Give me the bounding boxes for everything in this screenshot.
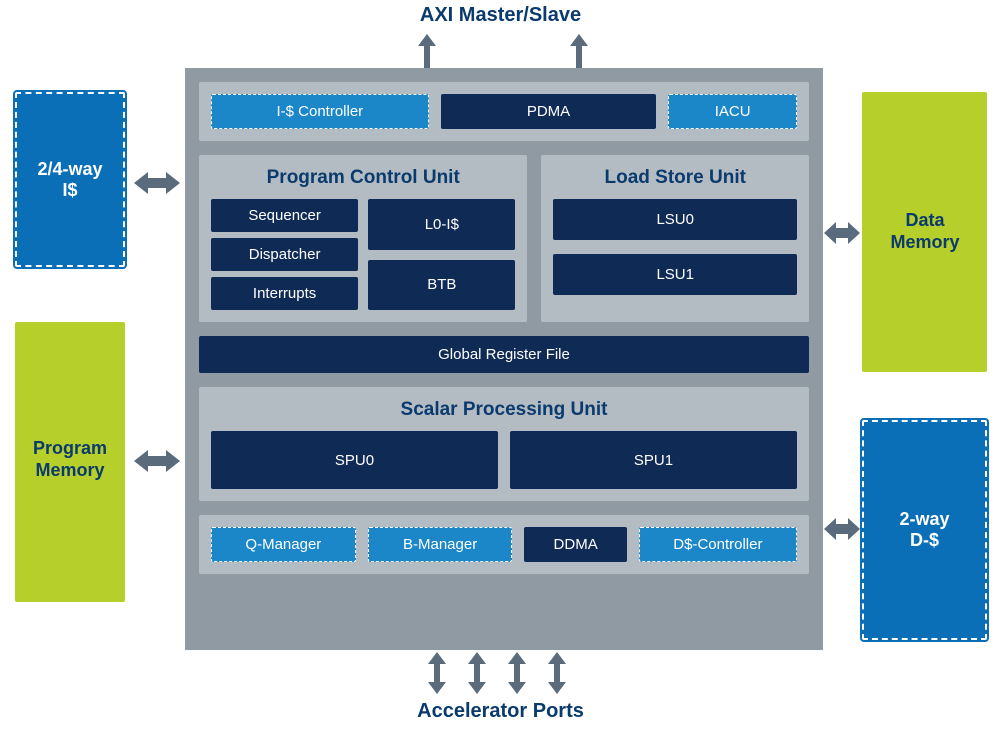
l0-icache-chip: L0-I$ — [368, 199, 515, 250]
spu0-chip: SPU0 — [211, 431, 498, 489]
q-manager-chip: Q-Manager — [211, 527, 356, 562]
arrow-bidir-icon — [824, 222, 860, 244]
program-memory-label: Program Memory — [22, 438, 118, 481]
accelerator-ports-label: Accelerator Ports — [0, 700, 1001, 723]
pcu-title: Program Control Unit — [211, 167, 515, 189]
global-register-file: Global Register File — [199, 336, 809, 373]
interrupts-chip: Interrupts — [211, 277, 358, 310]
dcache-box: 2-way D-$ — [862, 420, 987, 640]
b-manager-chip: B-Manager — [368, 527, 513, 562]
sequencer-chip: Sequencer — [211, 199, 358, 232]
icache-controller-chip: I-$ Controller — [211, 94, 429, 129]
ddma-chip: DDMA — [524, 527, 626, 562]
arrow-bidir-icon — [824, 518, 860, 540]
lsu-title: Load Store Unit — [553, 167, 797, 189]
lsu-panel: Load Store Unit LSU0 LSU1 — [541, 155, 809, 322]
spu-panel: Scalar Processing Unit SPU0 SPU1 — [199, 387, 809, 501]
arrow-bidir-icon — [134, 172, 180, 194]
arrow-bidir-vertical-icon — [428, 652, 446, 694]
lsu0-chip: LSU0 — [553, 199, 797, 240]
memory-strip: Q-Manager B-Manager DDMA D$-Controller — [199, 515, 809, 574]
axi-label: AXI Master/Slave — [0, 4, 1001, 27]
arrow-up-icon — [418, 34, 436, 68]
fetch-strip: I-$ Controller PDMA IACU — [199, 82, 809, 141]
spu1-chip: SPU1 — [510, 431, 797, 489]
arrow-bidir-vertical-icon — [468, 652, 486, 694]
pcu-panel: Program Control Unit Sequencer Dispatche… — [199, 155, 527, 322]
arrow-bidir-vertical-icon — [548, 652, 566, 694]
arrow-bidir-vertical-icon — [508, 652, 526, 694]
lsu1-chip: LSU1 — [553, 254, 797, 295]
btb-chip: BTB — [368, 260, 515, 311]
arrow-up-icon — [570, 34, 588, 68]
pdma-chip: PDMA — [441, 94, 657, 129]
data-memory-label: Data Memory — [870, 210, 980, 253]
iacu-chip: IACU — [668, 94, 797, 129]
spu-title: Scalar Processing Unit — [211, 399, 797, 421]
core-block: I-$ Controller PDMA IACU Program Control… — [185, 68, 823, 650]
dcache-controller-chip: D$-Controller — [639, 527, 797, 562]
arrow-bidir-icon — [134, 450, 180, 472]
dispatcher-chip: Dispatcher — [211, 238, 358, 271]
icache-box: 2/4-way I$ — [15, 92, 125, 267]
